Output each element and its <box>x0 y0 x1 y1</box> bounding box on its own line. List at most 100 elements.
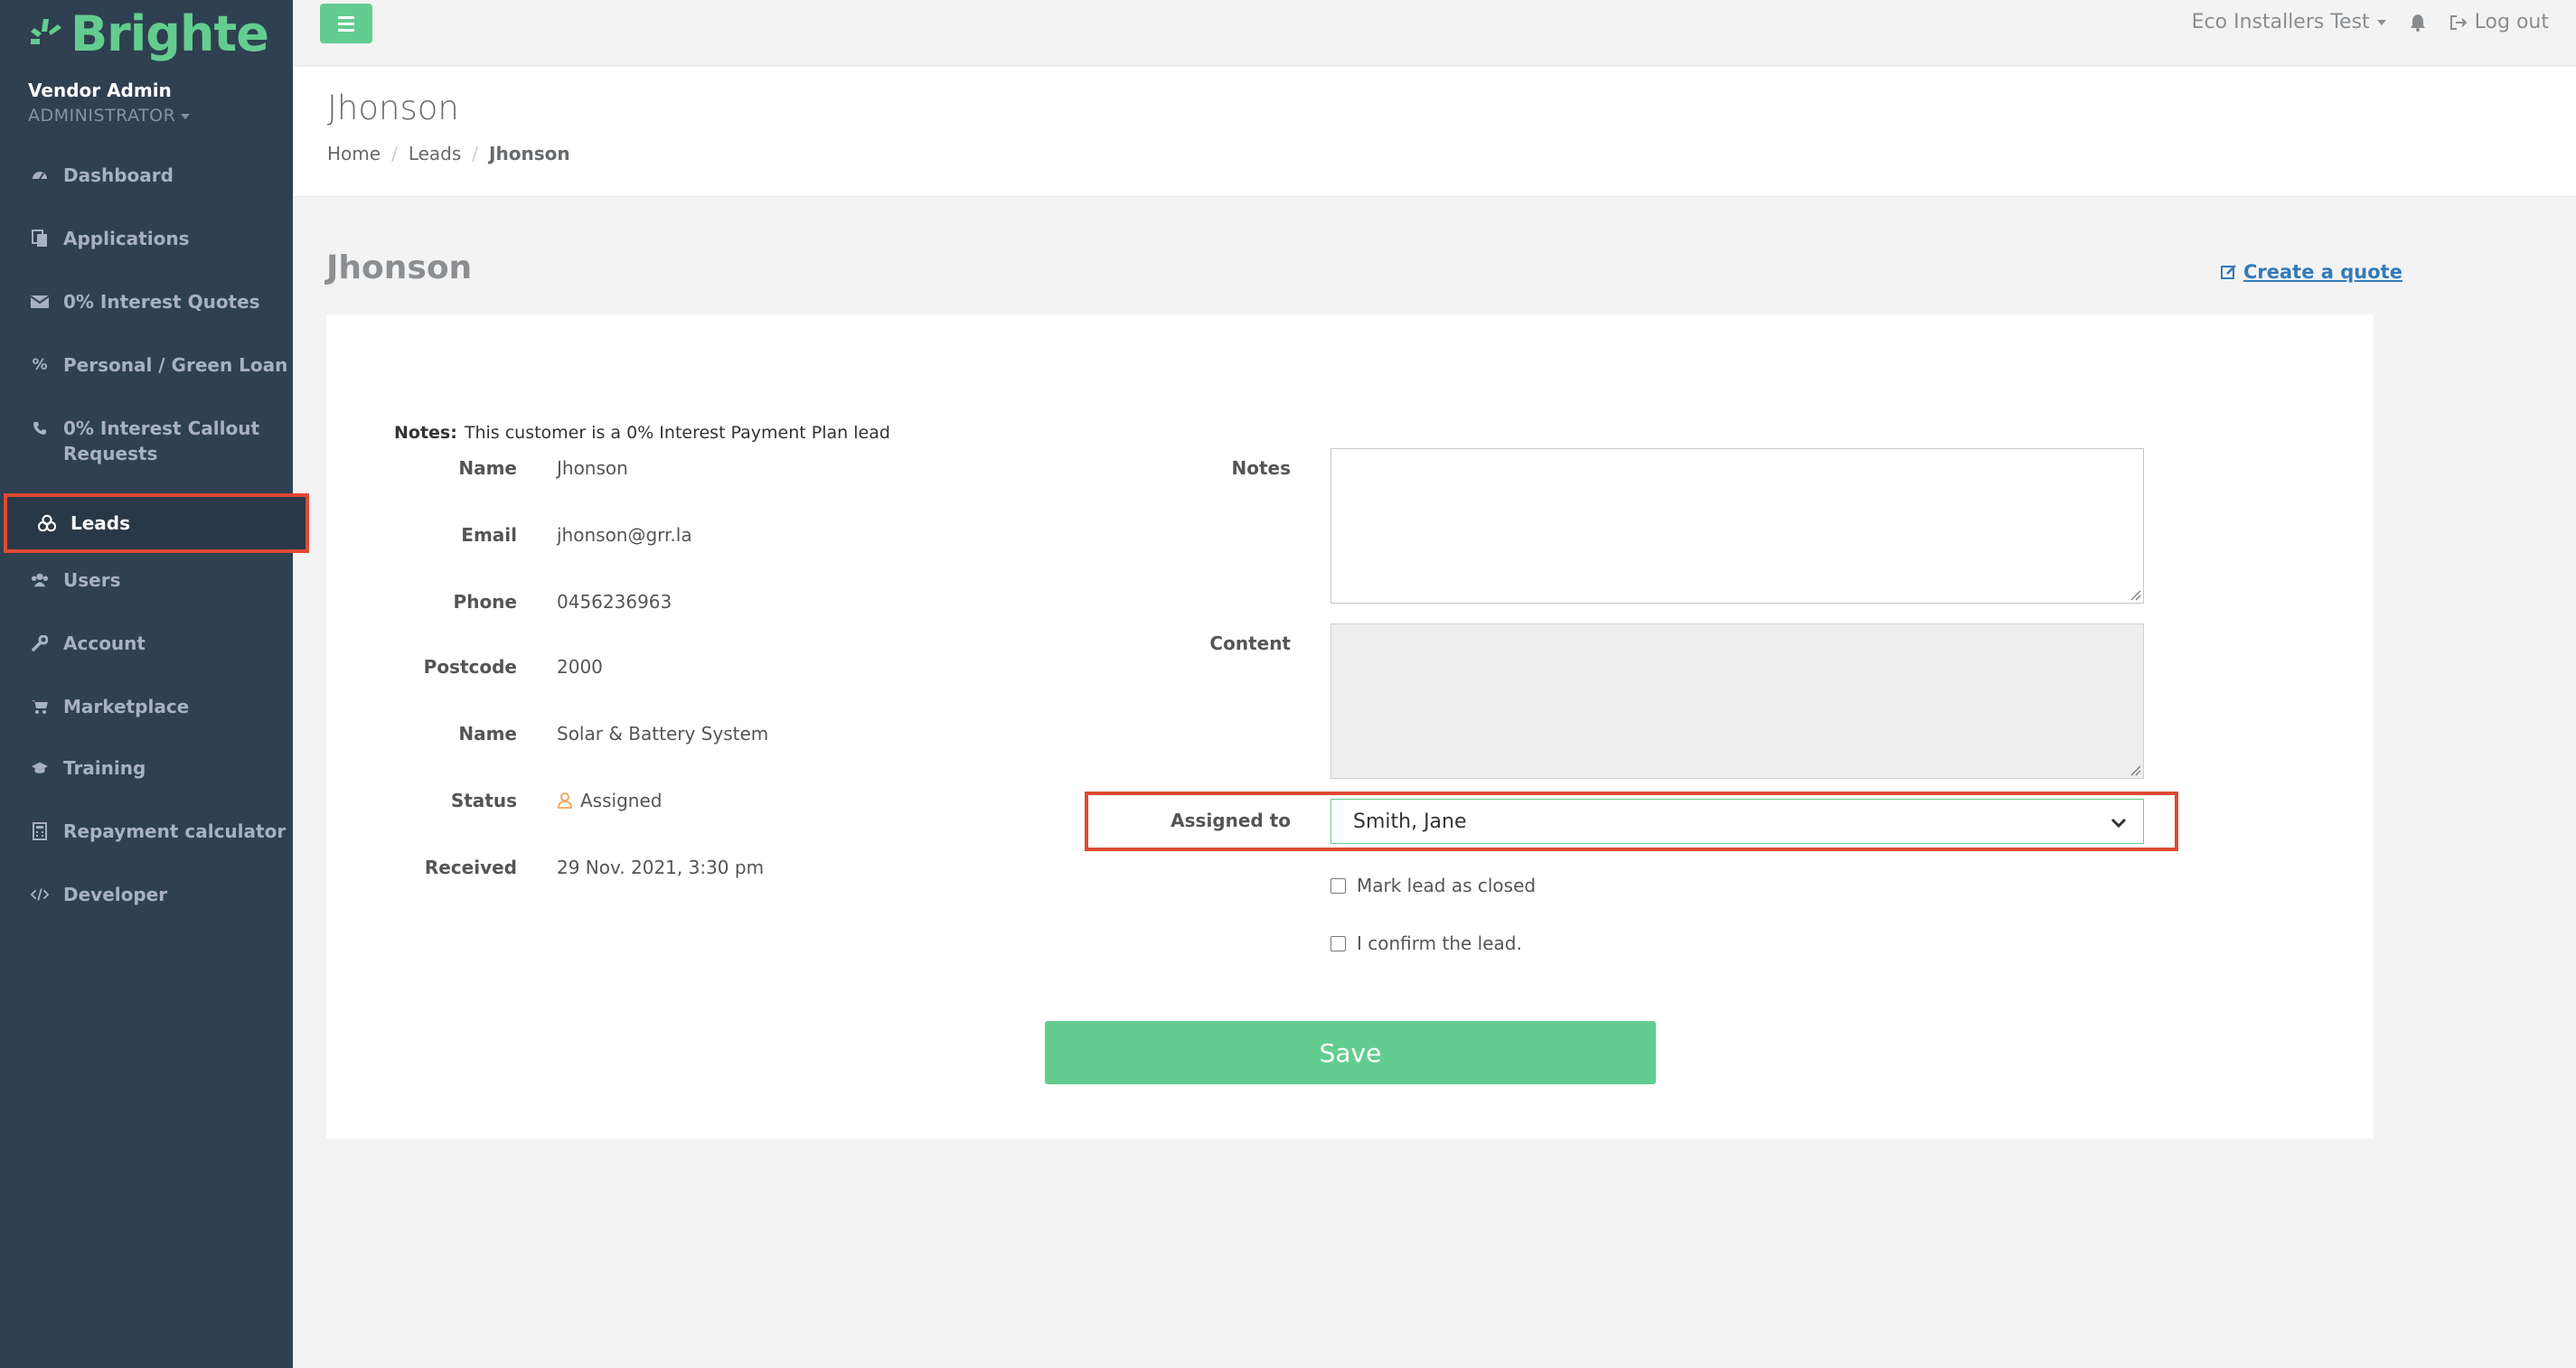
profile-role-dropdown[interactable]: ADMINISTRATOR <box>28 106 191 126</box>
sidebar-item-label: Applications <box>63 228 190 249</box>
status-value: Assigned <box>557 790 662 811</box>
detail-value: jhonson@grr.la <box>557 524 692 546</box>
sidebar-item-applications[interactable]: Applications <box>0 226 293 251</box>
confirm-lead-row[interactable]: I confirm the lead. <box>1330 932 1522 954</box>
leads-icon <box>38 514 56 532</box>
envelope-icon <box>31 293 49 311</box>
brand-name: Brighte <box>71 5 269 62</box>
sidebar-item-leads[interactable]: Leads <box>4 493 309 553</box>
top-navbar: Eco Installers Test Log out <box>293 0 2576 66</box>
sidebar-item-users[interactable]: Users <box>0 567 293 593</box>
chevron-down-icon <box>2376 19 2386 25</box>
content-field-label: Content <box>1209 632 1291 654</box>
confirm-lead-checkbox[interactable] <box>1330 935 1346 951</box>
bell-icon <box>2410 14 2425 32</box>
org-switcher-dropdown[interactable]: Eco Installers Test <box>2192 11 2386 33</box>
sidebar-item-interest-quotes[interactable]: 0% Interest Quotes <box>0 289 293 314</box>
create-quote-label: Create a quote <box>2243 261 2402 283</box>
mark-closed-row[interactable]: Mark lead as closed <box>1330 875 1536 896</box>
section-title: Jhonson <box>326 249 473 286</box>
breadcrumb-home[interactable]: Home <box>327 143 381 164</box>
detail-label: Received <box>424 857 517 878</box>
cart-icon <box>31 698 49 716</box>
dashboard-icon <box>31 166 49 184</box>
detail-label: Email <box>461 524 517 546</box>
detail-label: Phone <box>453 591 517 613</box>
detail-value: Jhonson <box>557 457 628 479</box>
sidebar-item-label: 0% Interest Quotes <box>63 291 260 313</box>
detail-label: Status <box>450 790 517 811</box>
org-name: Eco Installers Test <box>2191 11 2370 33</box>
profile-role-label: ADMINISTRATOR <box>28 106 176 126</box>
copy-icon <box>31 230 49 248</box>
brand-logo[interactable]: Brighte <box>27 5 269 62</box>
breadcrumb-leads[interactable]: Leads <box>409 143 461 164</box>
phone-icon <box>31 419 49 437</box>
content-textarea <box>1330 623 2144 779</box>
breadcrumb-separator: / <box>391 143 398 164</box>
profile-name: Vendor Admin <box>28 80 172 101</box>
mark-closed-checkbox[interactable] <box>1330 877 1346 894</box>
top-right-controls: Eco Installers Test Log out <box>2192 11 2549 33</box>
detail-label: Name <box>458 723 517 745</box>
resize-handle-icon <box>2130 765 2141 776</box>
notifications-button[interactable] <box>2410 14 2426 32</box>
detail-value: 0456236963 <box>557 591 672 613</box>
assigned-to-select[interactable]: Smith, Jane <box>1330 799 2144 844</box>
assigned-to-value: Smith, Jane <box>1353 810 1467 833</box>
sidebar-item-training[interactable]: Training <box>0 755 293 781</box>
sidebar-item-label: Training <box>63 757 146 779</box>
logout-link[interactable]: Log out <box>2449 11 2549 33</box>
sidebar-item-label: Users <box>63 569 121 591</box>
sidebar-item-label: 0% Interest Callout Requests <box>63 417 260 464</box>
sidebar-item-label: Dashboard <box>63 164 174 186</box>
sidebar-item-label: Leads <box>71 512 131 534</box>
page-title: Jhonson <box>327 89 459 127</box>
page-heading: Jhonson Home / Leads / Jhonson <box>293 67 2576 197</box>
mark-closed-label: Mark lead as closed <box>1357 875 1537 896</box>
breadcrumb-current: Jhonson <box>489 143 570 164</box>
hamburger-icon <box>338 15 354 19</box>
notes-field-label: Notes <box>1231 457 1291 479</box>
lead-notes-line: Notes: This customer is a 0% Interest Pay… <box>394 423 890 443</box>
assigned-to-label: Assigned to <box>1170 810 1291 831</box>
brighte-logo-icon <box>31 18 61 44</box>
user-icon <box>558 792 572 809</box>
sidebar-item-dashboard[interactable]: Dashboard <box>0 163 293 188</box>
chevron-down-icon <box>2111 818 2127 829</box>
percent-icon: % <box>32 356 48 374</box>
chevron-down-icon <box>181 113 191 119</box>
calculator-icon <box>31 822 49 840</box>
sign-out-icon <box>2449 14 2468 30</box>
wrench-icon <box>31 634 49 652</box>
sidebar-item-label: Account <box>63 632 146 654</box>
breadcrumb-separator: / <box>472 143 479 164</box>
notes-prefix: Notes: <box>394 423 457 443</box>
sidebar-item-repayment-calculator[interactable]: Repayment calculator <box>0 819 293 844</box>
breadcrumb: Home / Leads / Jhonson <box>327 143 570 164</box>
resize-handle-icon[interactable] <box>2129 588 2141 601</box>
sidebar: Brighte Vendor Admin ADMINISTRATOR Dashb… <box>0 0 309 1368</box>
sidebar-item-marketplace[interactable]: Marketplace <box>0 694 293 719</box>
notes-textarea[interactable] <box>1330 448 2144 604</box>
detail-label: Name <box>458 457 517 479</box>
confirm-lead-label: I confirm the lead. <box>1357 932 1522 954</box>
logout-label: Log out <box>2474 11 2549 33</box>
sidebar-item-label: Repayment calculator <box>63 820 287 842</box>
detail-value: Solar & Battery System <box>557 723 769 745</box>
status-text: Assigned <box>580 790 663 811</box>
code-icon <box>31 885 49 904</box>
sidebar-item-callout-requests[interactable]: 0% Interest Callout Requests <box>0 416 271 466</box>
detail-value: 29 Nov. 2021, 3:30 pm <box>557 857 765 878</box>
create-quote-link[interactable]: Create a quote <box>2220 261 2402 283</box>
sidebar-item-account[interactable]: Account <box>0 631 293 656</box>
sidebar-item-label: Marketplace <box>63 696 190 717</box>
sidebar-item-developer[interactable]: Developer <box>0 882 293 907</box>
notes-text: This customer is a 0% Interest Payment P… <box>464 423 890 443</box>
save-button[interactable]: Save <box>1045 1021 1656 1084</box>
sidebar-item-label: Personal / Green Loan <box>63 354 288 376</box>
graduation-cap-icon <box>31 759 49 777</box>
sidebar-item-personal-green-loan[interactable]: % Personal / Green Loan <box>0 352 293 378</box>
detail-value: 2000 <box>557 656 603 678</box>
menu-toggle-button[interactable] <box>320 4 372 43</box>
